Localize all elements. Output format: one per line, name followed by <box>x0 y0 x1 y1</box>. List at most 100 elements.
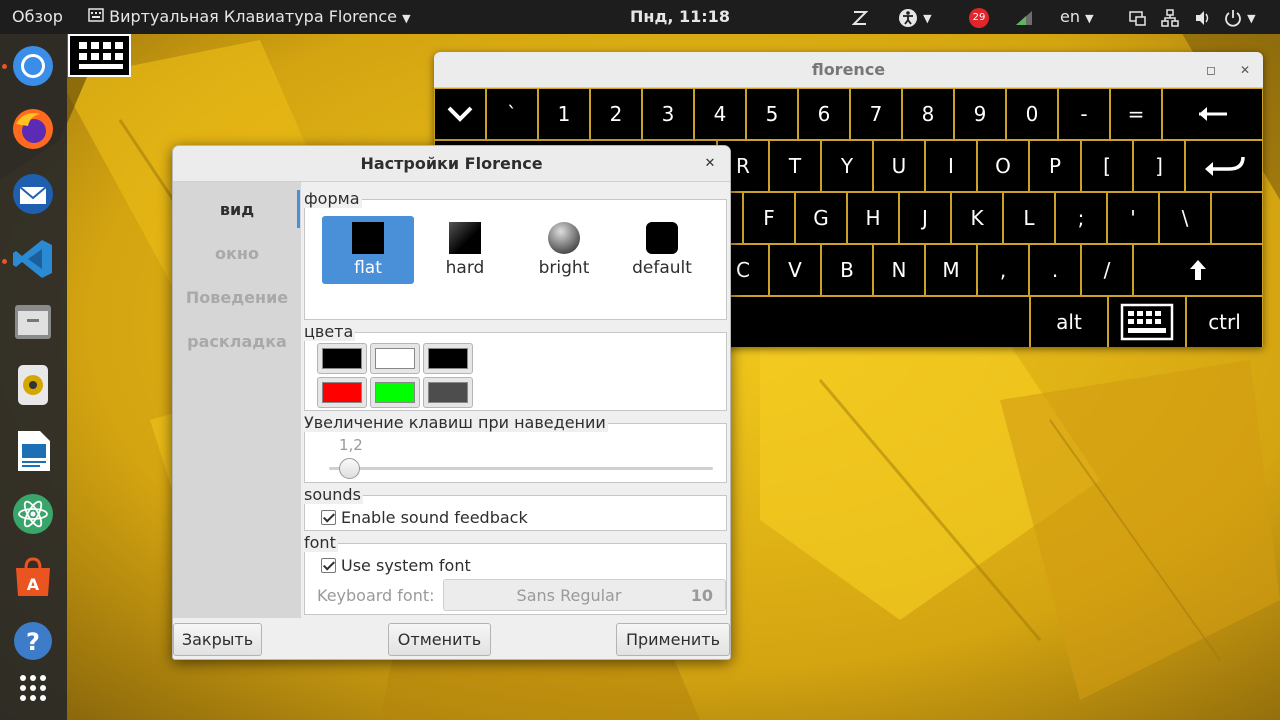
files-icon[interactable] <box>10 299 56 345</box>
florence-toggle-icon[interactable] <box>68 34 131 77</box>
apply-button[interactable]: Применить <box>616 623 730 656</box>
close-dialog-button[interactable]: Закрыть <box>173 623 262 656</box>
clock[interactable]: Пнд, 11:18 <box>630 0 730 34</box>
rhythmbox-icon[interactable] <box>10 362 56 408</box>
keyboard-settings-key[interactable] <box>1108 296 1186 347</box>
color-button[interactable] <box>423 377 473 408</box>
ctrl-key[interactable]: ctrl <box>1186 296 1263 347</box>
sidebar-item-layout[interactable]: раскладка <box>173 332 301 351</box>
cancel-button[interactable]: Отменить <box>388 623 491 656</box>
key-7[interactable]: 6 <box>798 88 850 140</box>
key-11[interactable]: 0 <box>1006 88 1058 140</box>
color-button[interactable] <box>317 343 367 374</box>
key-row2-4[interactable]: U <box>873 140 925 192</box>
key-2[interactable]: 1 <box>538 88 590 140</box>
color-button[interactable] <box>317 377 367 408</box>
style-option-default[interactable]: default <box>616 216 708 284</box>
key-6[interactable]: 5 <box>746 88 798 140</box>
key-row3-extra[interactable] <box>1211 192 1263 244</box>
sidebar-item-view[interactable]: вид <box>173 200 301 219</box>
sidebar-item-behavior[interactable]: Поведение <box>173 288 301 307</box>
app-menu[interactable]: Виртуальная Клавиатура Florence ▼ <box>88 0 411 34</box>
key-row2-7[interactable]: P <box>1029 140 1081 192</box>
shift-key[interactable] <box>1133 244 1263 296</box>
key-row3-5[interactable]: K <box>951 192 1003 244</box>
key-4[interactable]: 3 <box>642 88 694 140</box>
key-8[interactable]: 7 <box>850 88 902 140</box>
sound-feedback-checkbox[interactable] <box>321 510 336 525</box>
key-row2-5[interactable]: I <box>925 140 977 192</box>
maximize-button[interactable]: ◻ <box>1201 60 1221 80</box>
keyboard-font-button[interactable]: Sans Regular 10 <box>443 579 726 611</box>
color-swatch <box>428 382 468 403</box>
key-row4-2[interactable]: V <box>769 244 821 296</box>
sound-feedback-label[interactable]: Enable sound feedback <box>341 508 528 527</box>
key-row2-8[interactable]: [ <box>1081 140 1133 192</box>
network-wired-icon[interactable] <box>1161 0 1179 34</box>
close-button[interactable]: ✕ <box>1235 60 1255 80</box>
key-row4-4[interactable]: N <box>873 244 925 296</box>
collapse-key[interactable] <box>434 88 486 140</box>
key-row3-7[interactable]: ; <box>1055 192 1107 244</box>
thunderbird-icon[interactable] <box>10 171 56 217</box>
activities-button[interactable]: Обзор <box>12 0 63 34</box>
key-1[interactable]: ` <box>486 88 538 140</box>
settings-titlebar[interactable]: Настройки Florence ✕ <box>173 146 730 182</box>
chromium-icon[interactable] <box>10 43 56 89</box>
network-icon[interactable] <box>1014 0 1034 34</box>
keyboard-layout-menu[interactable]: en ▼ <box>1060 0 1094 34</box>
florence-titlebar[interactable]: florence ◻ ✕ <box>434 52 1263 88</box>
key-row3-6[interactable]: L <box>1003 192 1055 244</box>
key-row3-8[interactable]: ' <box>1107 192 1159 244</box>
alt-key[interactable]: alt <box>1030 296 1108 347</box>
zenkit-tray-icon[interactable] <box>852 0 868 34</box>
key-9[interactable]: 8 <box>902 88 954 140</box>
key-13[interactable]: = <box>1110 88 1162 140</box>
close-button[interactable]: ✕ <box>700 154 720 174</box>
help-icon[interactable]: ? <box>10 618 56 664</box>
key-row3-3[interactable]: H <box>847 192 899 244</box>
atom-icon[interactable] <box>10 491 56 537</box>
zoom-slider-handle[interactable] <box>339 458 360 479</box>
key-5[interactable]: 4 <box>694 88 746 140</box>
display-icon[interactable] <box>1128 0 1148 34</box>
key-row3-4[interactable]: J <box>899 192 951 244</box>
style-option-bright[interactable]: bright <box>518 216 610 284</box>
key-row2-2[interactable]: T <box>769 140 821 192</box>
style-option-flat[interactable]: flat <box>322 216 414 284</box>
key-row4-3[interactable]: B <box>821 244 873 296</box>
key-row3-2[interactable]: G <box>795 192 847 244</box>
key-10[interactable]: 9 <box>954 88 1006 140</box>
software-icon[interactable]: A <box>10 554 56 600</box>
firefox-icon[interactable] <box>10 106 56 152</box>
zoom-slider-track[interactable] <box>329 467 713 470</box>
system-font-label[interactable]: Use system font <box>341 556 471 575</box>
volume-icon[interactable] <box>1194 0 1212 34</box>
key-row4-5[interactable]: M <box>925 244 977 296</box>
key-row3-1[interactable]: F <box>743 192 795 244</box>
key-row4-7[interactable]: . <box>1029 244 1081 296</box>
key-12[interactable]: - <box>1058 88 1110 140</box>
style-option-hard[interactable]: hard <box>419 216 511 284</box>
notifications-indicator[interactable]: 29 <box>969 0 989 34</box>
apps-grid-icon[interactable] <box>10 666 56 712</box>
writer-icon[interactable] <box>10 428 56 474</box>
color-swatch <box>375 382 415 403</box>
key-row4-8[interactable]: / <box>1081 244 1133 296</box>
key-row4-6[interactable]: , <box>977 244 1029 296</box>
color-button[interactable] <box>370 377 420 408</box>
color-button[interactable] <box>423 343 473 374</box>
accessibility-menu[interactable]: ▼ <box>898 0 932 34</box>
system-font-checkbox[interactable] <box>321 558 336 573</box>
key-3[interactable]: 2 <box>590 88 642 140</box>
key-row2-9[interactable]: ] <box>1133 140 1185 192</box>
sidebar-item-window[interactable]: окно <box>173 244 301 263</box>
key-row3-9[interactable]: \ <box>1159 192 1211 244</box>
system-menu[interactable]: ▼ <box>1224 0 1256 34</box>
backspace-key[interactable] <box>1162 88 1263 140</box>
key-row2-6[interactable]: O <box>977 140 1029 192</box>
enter-key[interactable] <box>1185 140 1263 192</box>
vscode-icon[interactable] <box>10 236 56 282</box>
key-row2-3[interactable]: Y <box>821 140 873 192</box>
color-button[interactable] <box>370 343 420 374</box>
